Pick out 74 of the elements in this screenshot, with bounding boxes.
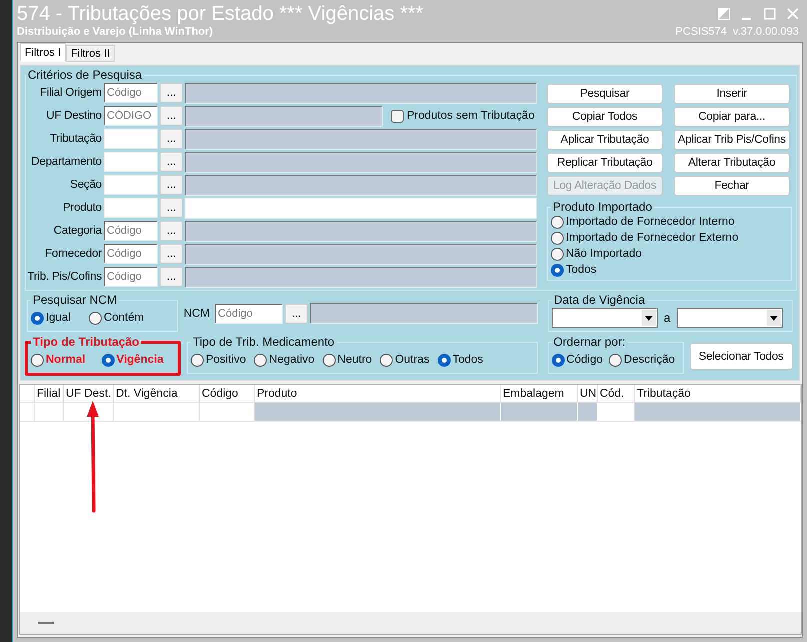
radio-option[interactable]: Descrição <box>609 352 676 368</box>
window-subtitle: Distribuição e Varejo (Linha WinThor) <box>17 26 214 38</box>
radio-option[interactable]: Outras <box>380 352 430 368</box>
contrast-icon[interactable] <box>718 8 730 20</box>
column-header[interactable]: Dt. Vigência <box>114 385 200 402</box>
radio-option[interactable]: Negativo <box>254 352 315 368</box>
column-header[interactable]: Cód. <box>598 385 634 402</box>
field-label: Tributação <box>49 133 102 145</box>
radio-option[interactable]: Todos <box>551 262 789 278</box>
code-field[interactable]: Código <box>104 244 158 264</box>
action-button[interactable]: Aplicar Trib Pis/Cofins <box>674 130 790 150</box>
action-button[interactable]: Pesquisar <box>547 84 663 104</box>
field-label: Seção <box>69 179 102 191</box>
group-title: Data de Vigência <box>552 293 646 307</box>
code-field[interactable]: Código <box>104 221 158 241</box>
action-button[interactable]: Inserir <box>674 84 790 104</box>
group-title: Tipo de Tributação <box>32 335 140 349</box>
dash-icon <box>38 622 54 624</box>
action-button[interactable]: Alterar Tributação <box>674 153 790 173</box>
lookup-button[interactable]: ... <box>160 198 183 218</box>
tab[interactable]: Filtros I <box>20 43 66 62</box>
group-title: Pesquisar NCM <box>32 293 118 307</box>
maximize-icon[interactable] <box>764 8 776 20</box>
lookup-button[interactable]: ... <box>160 267 183 287</box>
code-field[interactable]: Código <box>104 267 158 287</box>
radio-option[interactable]: Contém <box>88 310 144 326</box>
lookup-button[interactable]: ... <box>160 221 183 241</box>
radio-option[interactable]: Importado de Fornecedor Interno <box>551 214 789 230</box>
code-field[interactable]: Código <box>104 83 158 103</box>
code-field[interactable]: Código <box>215 304 284 324</box>
radio-option[interactable]: Código <box>552 352 604 368</box>
group-title: Produto Importado <box>552 200 654 214</box>
radio-option[interactable]: Igual <box>31 310 71 326</box>
field-label: Categoria <box>52 225 102 237</box>
lookup-button[interactable]: ... <box>160 129 183 149</box>
field-label: Trib. Pis/Cofins <box>26 271 102 283</box>
column-header[interactable]: Filial <box>34 385 64 402</box>
checkbox[interactable]: Produtos sem Tributação <box>391 110 535 122</box>
tab[interactable]: Filtros II <box>66 45 116 62</box>
column-header[interactable]: Código <box>200 385 254 402</box>
field-label: UF Destino <box>45 110 102 122</box>
action-button[interactable]: Aplicar Tributação <box>547 130 663 150</box>
group-title: Tipo de Trib. Medicamento <box>192 335 336 349</box>
lookup-button[interactable]: ... <box>285 304 308 324</box>
radio-option[interactable]: Positivo <box>190 352 246 368</box>
radio-option[interactable]: Neutro <box>322 352 372 368</box>
lookup-button[interactable]: ... <box>160 244 183 264</box>
field-label: Filial Origem <box>39 87 102 99</box>
field-label: Departamento <box>30 156 102 168</box>
action-button[interactable]: Copiar Todos <box>547 107 663 127</box>
action-button[interactable]: Replicar Tributação <box>547 153 663 173</box>
field-label: Produto <box>62 202 102 214</box>
caret-icon <box>644 316 653 320</box>
group-title: Critérios de Pesquisa <box>27 68 144 82</box>
radio-option[interactable]: Importado de Fornecedor Externo <box>551 230 789 246</box>
lookup-button[interactable]: ... <box>160 106 183 126</box>
action-button[interactable]: Copiar para... <box>674 107 790 127</box>
field-label: Fornecedor <box>44 248 102 260</box>
lookup-button[interactable]: ... <box>160 175 183 195</box>
caret-icon <box>770 316 778 320</box>
range-separator: a <box>664 311 671 325</box>
field-label: NCM <box>184 308 210 320</box>
window-title: 574 - Tributações por Estado *** Vigências *** <box>17 2 424 26</box>
group-title: Ordernar por: <box>552 335 627 349</box>
version-label: PCSIS574 v.37.0.00.093 <box>676 26 799 38</box>
radio-option[interactable]: Todos <box>438 352 484 368</box>
date-dropdown[interactable] <box>676 308 783 328</box>
lookup-button[interactable]: ... <box>160 83 183 103</box>
lookup-button[interactable]: ... <box>160 152 183 172</box>
select-all-button[interactable]: Selecionar Todos <box>690 343 793 370</box>
radio-option[interactable]: Não Importado <box>551 246 789 262</box>
action-button[interactable]: Fechar <box>674 176 790 196</box>
date-dropdown[interactable] <box>552 308 658 328</box>
close-icon[interactable] <box>787 8 799 20</box>
